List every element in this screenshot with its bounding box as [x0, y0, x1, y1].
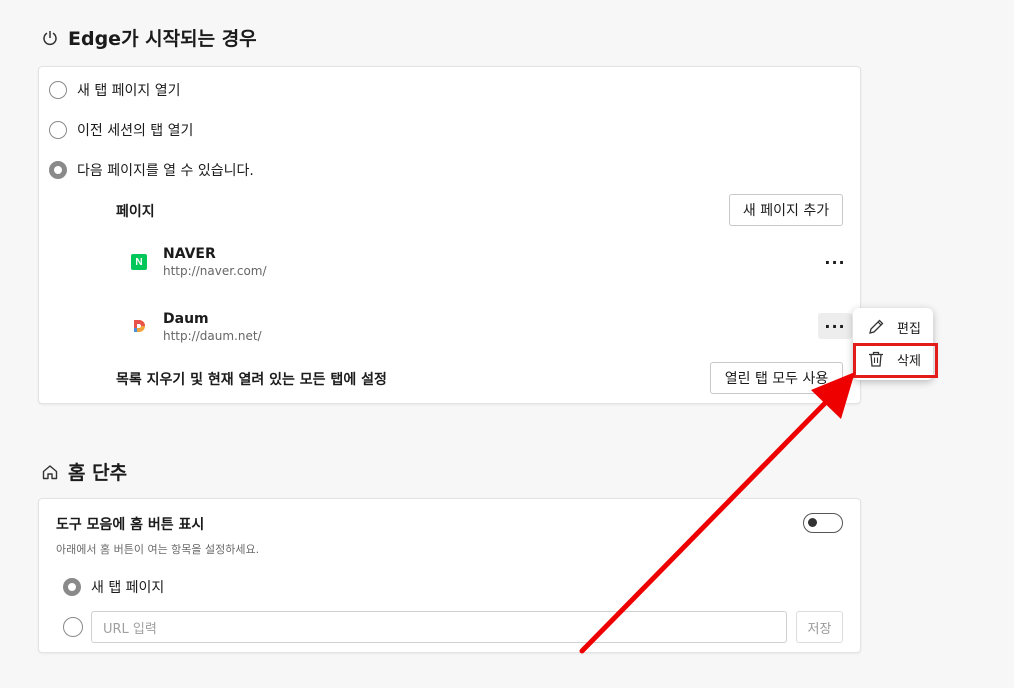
annotation-arrow	[579, 372, 855, 654]
